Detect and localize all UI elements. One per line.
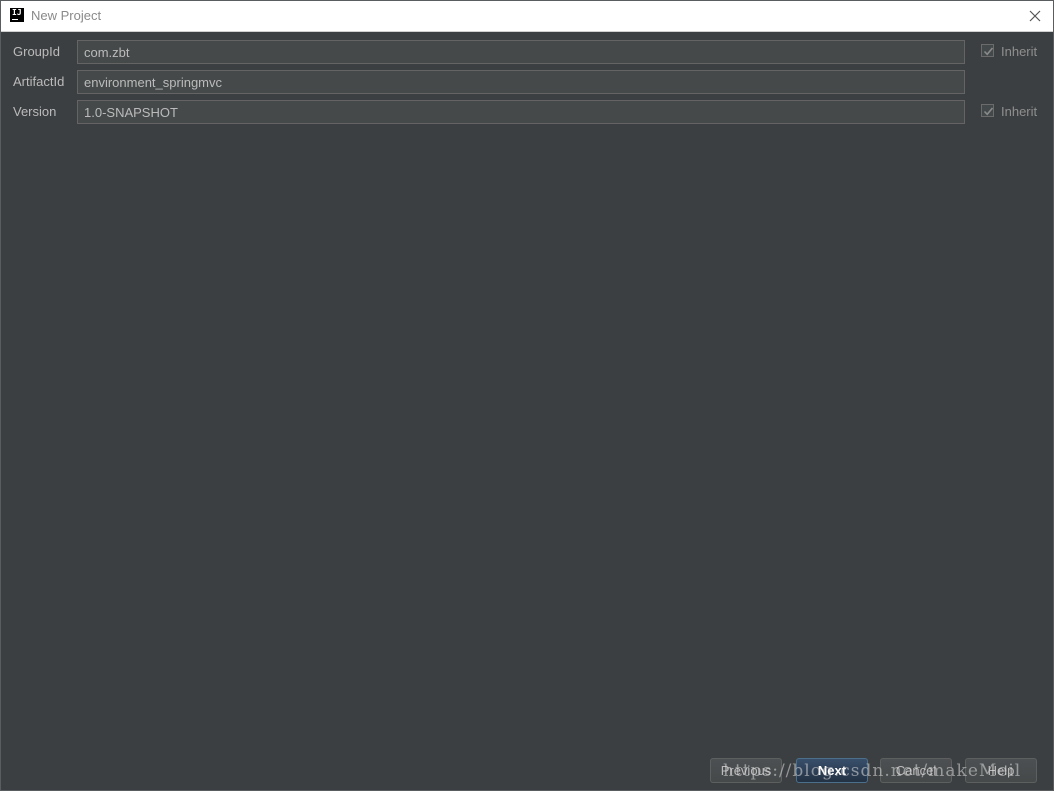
group-id-input[interactable] [77,40,965,64]
artifact-id-label: ArtifactId [13,74,65,89]
artifact-id-row: ArtifactId [1,70,1053,94]
group-id-row: GroupId Inherit [1,40,1053,64]
new-project-dialog: IJ New Project GroupId Inherit ArtifactI… [0,0,1054,791]
group-id-inherit-label: Inherit [1001,44,1038,59]
version-label: Version [13,104,57,119]
title-bar: IJ New Project [1,1,1053,32]
next-button[interactable]: Next [796,758,868,783]
intellij-app-icon: IJ [10,8,24,22]
window-title: New Project [31,8,102,23]
previous-button[interactable]: Previous [710,758,782,783]
checkbox-checked-icon [981,44,994,57]
checkbox-checked-icon [981,104,994,117]
group-id-label: GroupId [13,44,60,59]
help-button[interactable]: Help [965,758,1037,783]
version-input[interactable] [77,100,965,124]
artifact-id-input[interactable] [77,70,965,94]
version-row: Version Inherit [1,100,1053,124]
cancel-button[interactable]: Cancel [880,758,952,783]
version-inherit-label: Inherit [1001,104,1038,119]
close-icon[interactable] [1025,6,1045,26]
